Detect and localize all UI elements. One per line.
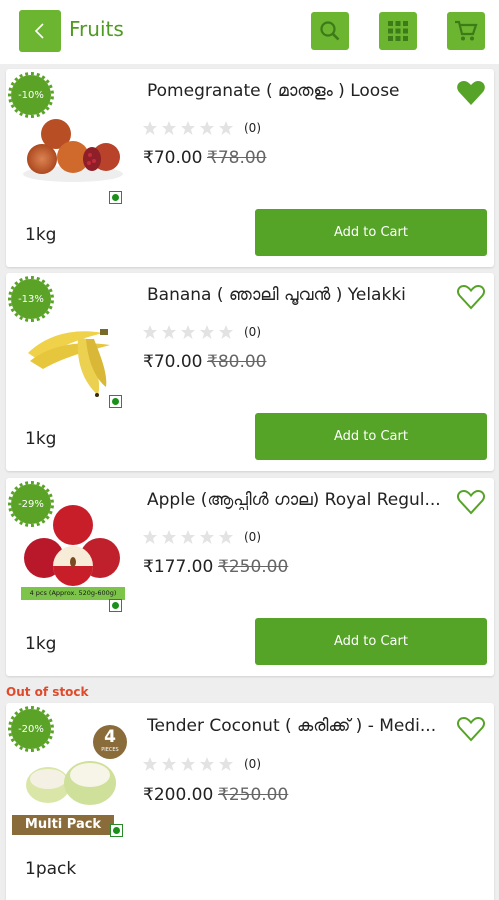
unit-size: 1kg: [25, 634, 57, 654]
veg-indicator-icon: [110, 824, 123, 837]
grid-view-button[interactable]: [379, 12, 417, 50]
heart-outline-icon[interactable]: [456, 715, 486, 743]
product-card[interactable]: -13% Banana ( ഞാലി പൂവൻ ) Yelakki (0) ₹7…: [6, 273, 494, 471]
original-price: ₹80.00: [207, 352, 267, 372]
unit-size: 1kg: [25, 225, 57, 245]
star-icon: [219, 757, 233, 771]
product-card[interactable]: -29% 4 pcs (Approx. 520g-600g) Apple (ആപ…: [6, 478, 494, 676]
veg-indicator-icon: [109, 395, 122, 408]
chevron-left-icon: [34, 23, 44, 39]
star-icon: [143, 530, 157, 544]
star-icon: [181, 757, 195, 771]
rating-count: (0): [244, 121, 261, 135]
star-rating: [142, 120, 234, 136]
star-icon: [162, 757, 176, 771]
product-card[interactable]: -20% 4 PIECES Multi Pack Tender Coconut …: [6, 703, 494, 900]
star-icon: [143, 325, 157, 339]
product-card[interactable]: -10% Pomegranate ( മാതളം ) Loose (0) ₹70…: [6, 69, 494, 267]
search-button[interactable]: [311, 12, 349, 50]
star-icon: [200, 757, 214, 771]
add-to-cart-button[interactable]: Add to Cart: [255, 209, 487, 256]
star-icon: [219, 325, 233, 339]
star-rating: [142, 324, 234, 340]
original-price: ₹78.00: [207, 148, 267, 168]
page-title: Fruits: [69, 17, 124, 41]
pieces-count: 4: [104, 727, 116, 747]
sale-price: ₹177.00: [143, 557, 214, 577]
sale-price: ₹70.00: [143, 148, 203, 168]
heart-filled-icon[interactable]: [456, 79, 486, 107]
product-name[interactable]: Banana ( ഞാലി പൂവൻ ) Yelakki: [147, 285, 453, 305]
sale-price: ₹70.00: [143, 352, 203, 372]
star-icon: [162, 530, 176, 544]
product-name[interactable]: Tender Coconut ( കരിക്ക് ) - Medi...: [147, 716, 453, 736]
star-icon: [143, 121, 157, 135]
star-icon: [219, 121, 233, 135]
top-app-bar: Fruits: [0, 0, 499, 64]
rating-count: (0): [244, 757, 261, 771]
product-image: [24, 505, 120, 586]
star-icon: [143, 757, 157, 771]
rating-count: (0): [244, 530, 261, 544]
original-price: ₹250.00: [218, 557, 289, 577]
star-icon: [181, 325, 195, 339]
multi-pack-banner: Multi Pack: [12, 815, 114, 835]
search-icon: [320, 21, 340, 41]
star-icon: [162, 121, 176, 135]
star-rating: [142, 529, 234, 545]
product-name[interactable]: Pomegranate ( മാതളം ) Loose: [147, 81, 453, 101]
star-rating: [142, 756, 234, 772]
star-icon: [200, 530, 214, 544]
heart-outline-icon[interactable]: [456, 488, 486, 516]
star-icon: [200, 325, 214, 339]
heart-outline-icon[interactable]: [456, 283, 486, 311]
add-to-cart-button[interactable]: Add to Cart: [255, 413, 487, 460]
veg-indicator-icon: [109, 599, 122, 612]
original-price: ₹250.00: [218, 785, 289, 805]
out-of-stock-label: Out of stock: [6, 685, 89, 699]
star-icon: [219, 530, 233, 544]
back-button[interactable]: [19, 10, 61, 52]
star-icon: [181, 121, 195, 135]
rating-count: (0): [244, 325, 261, 339]
cart-button[interactable]: [447, 12, 485, 50]
veg-indicator-icon: [109, 191, 122, 204]
unit-size: 1pack: [25, 859, 77, 879]
grid-icon: [388, 21, 408, 41]
star-icon: [181, 530, 195, 544]
cart-icon: [455, 20, 478, 41]
product-image: [28, 329, 110, 397]
add-to-cart-button[interactable]: Add to Cart: [255, 618, 487, 665]
unit-size: 1kg: [25, 429, 57, 449]
pieces-badge: 4 PIECES: [93, 725, 127, 759]
sale-price: ₹200.00: [143, 785, 214, 805]
product-image: [23, 119, 123, 182]
pieces-label: PIECES: [101, 747, 119, 753]
star-icon: [200, 121, 214, 135]
star-icon: [162, 325, 176, 339]
product-name[interactable]: Apple (ആപ്പിൾ ഗാല) Royal Regul...: [147, 490, 453, 510]
